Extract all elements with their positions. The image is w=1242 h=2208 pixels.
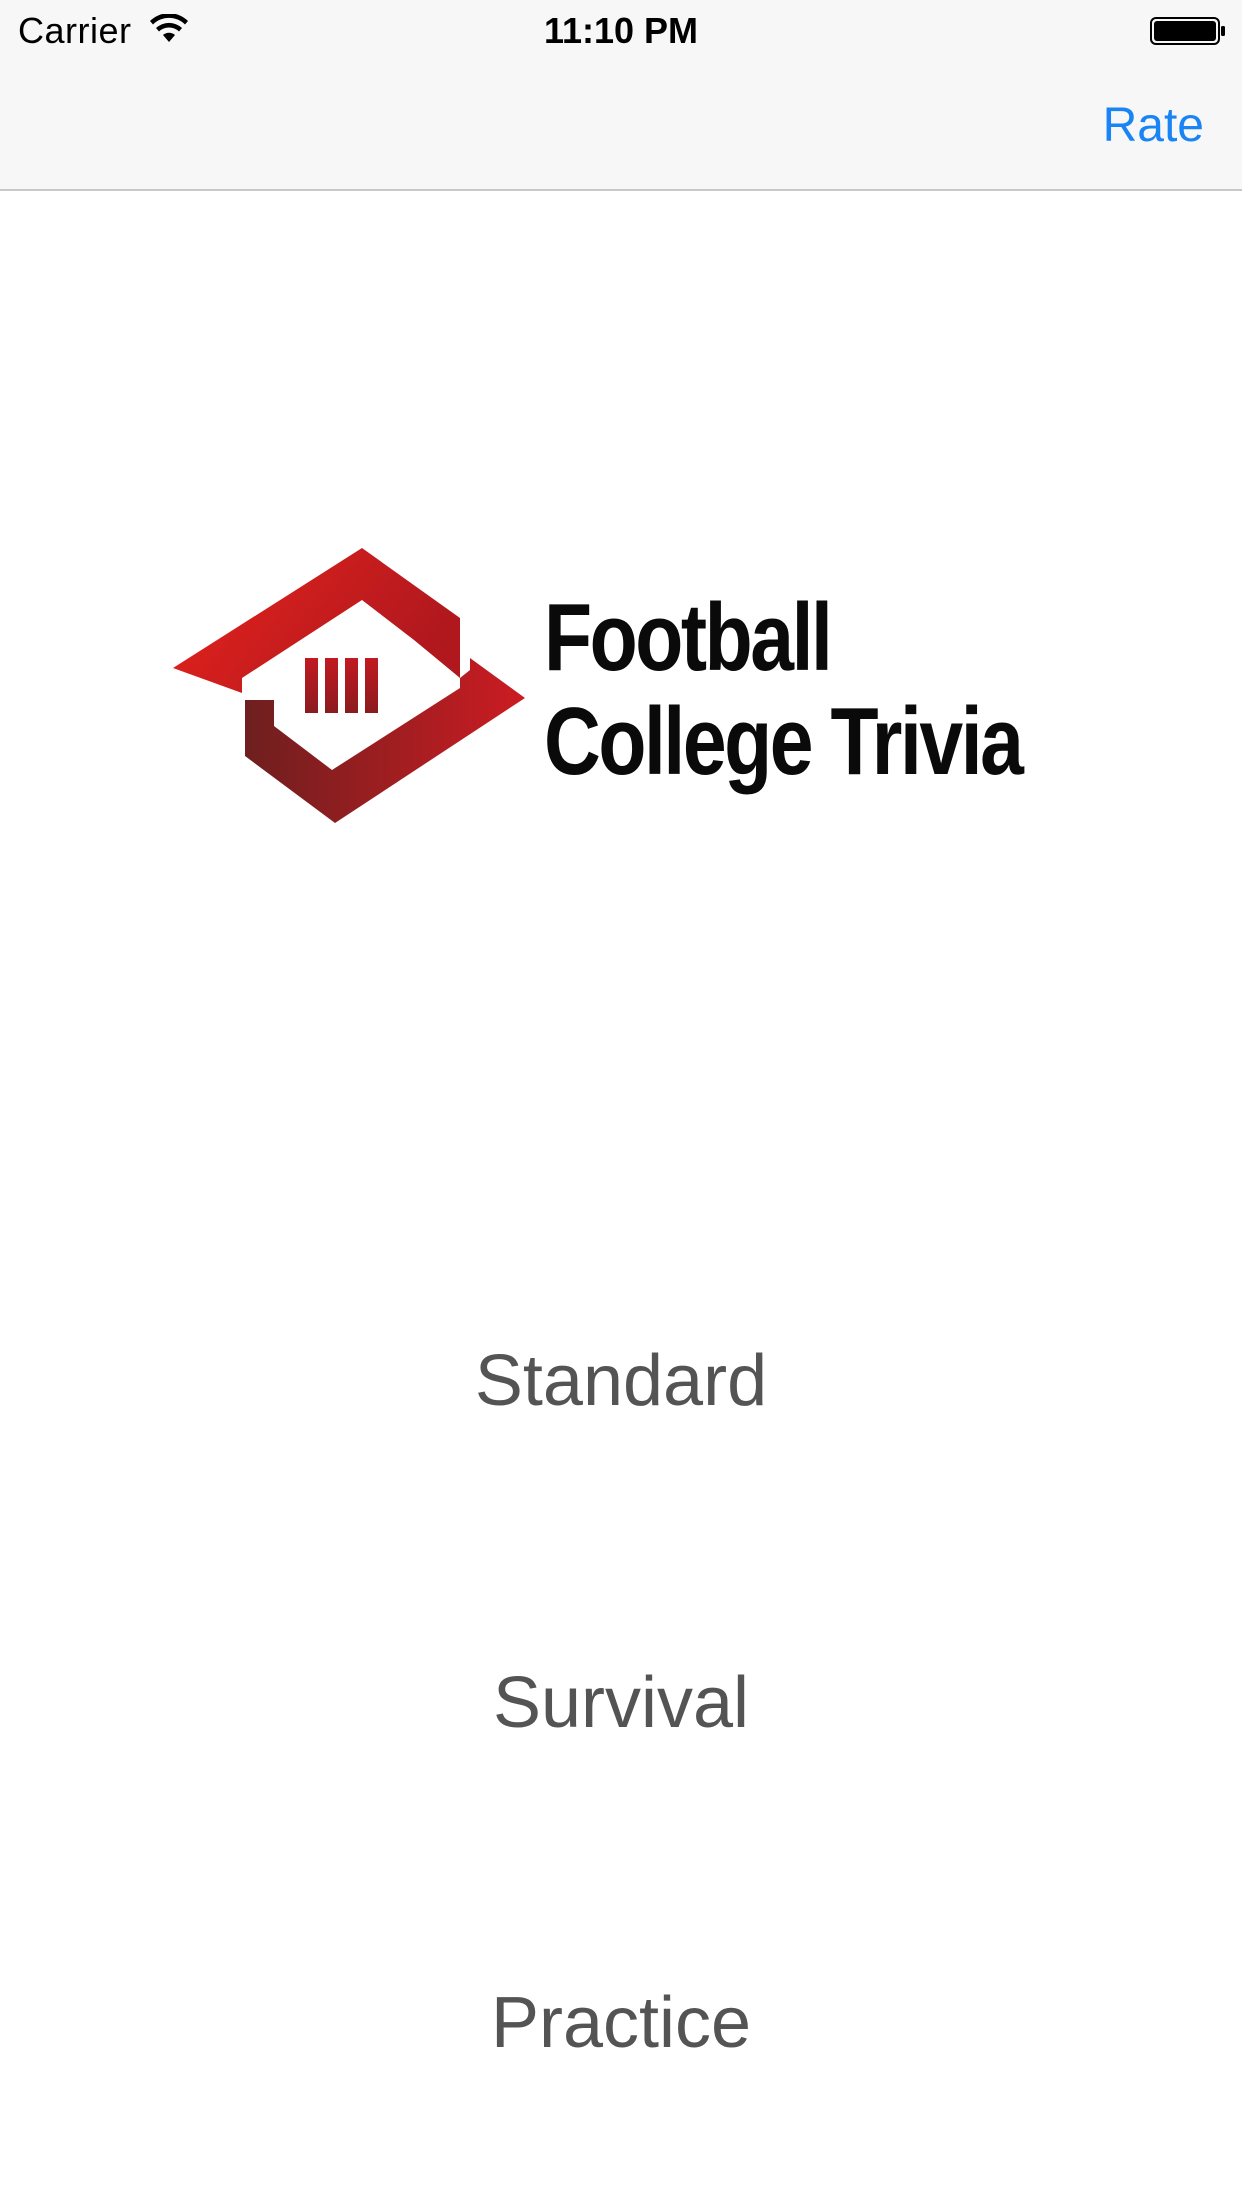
practice-mode-button[interactable]: Practice xyxy=(0,1982,1242,2064)
home-screen: Carrier 11:10 PM Rate Football College T… xyxy=(0,0,1242,2208)
status-bar: Carrier 11:10 PM xyxy=(0,0,1242,60)
logo-line-college-trivia: College Trivia xyxy=(544,688,1024,795)
logo-line-football: Football xyxy=(544,584,833,691)
football-field-logo-icon xyxy=(173,548,525,823)
standard-mode-button[interactable]: Standard xyxy=(0,1340,1242,1422)
logo-wordmark: Football College Trivia xyxy=(544,584,1024,795)
battery-icon xyxy=(1150,17,1225,45)
app-logo: Football College Trivia xyxy=(170,548,1080,828)
status-time: 11:10 PM xyxy=(543,10,699,51)
navigation-bar: Carrier 11:10 PM Rate xyxy=(0,0,1242,191)
rate-button[interactable]: Rate xyxy=(1103,98,1204,153)
survival-mode-button[interactable]: Survival xyxy=(0,1662,1242,1744)
